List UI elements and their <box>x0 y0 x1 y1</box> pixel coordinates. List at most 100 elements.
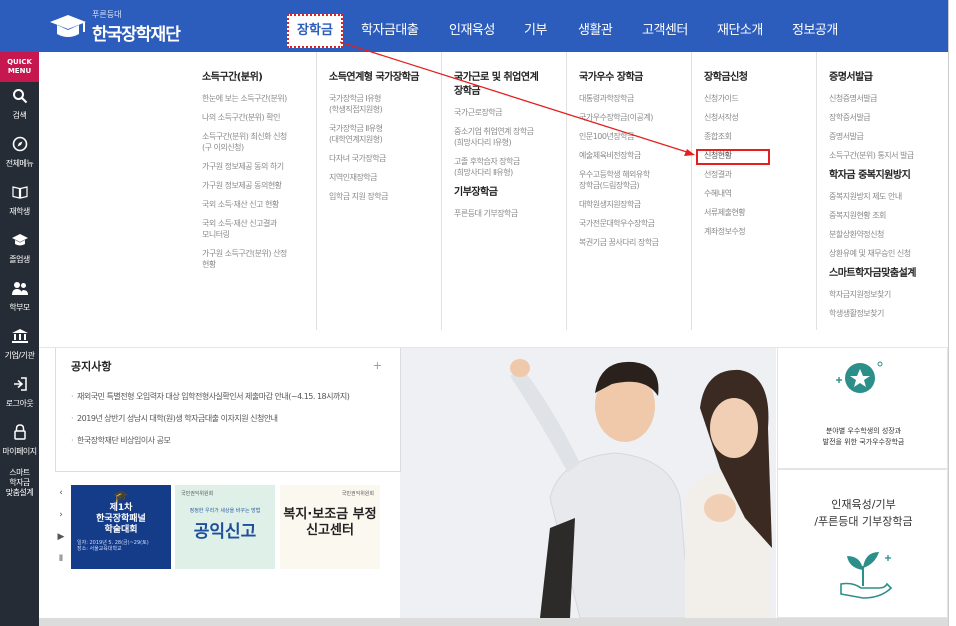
notice-item[interactable]: 한국장학재단 비상임이사 공모 <box>71 435 171 446</box>
sprout-in-hand-icon <box>840 552 893 599</box>
quick-menu-sidebar: QUICK MENU 검색 전체메뉴 재학생 졸업생 학부모 기업/기관 로그아… <box>0 52 39 626</box>
promo-title: 인재육성/기부 /푸른등대 기부장학금 <box>814 498 913 528</box>
menu-link[interactable]: 푸른등대 기부장학금 <box>454 208 566 219</box>
menu-link[interactable]: 가구원 정보제공 동의현황 <box>202 180 316 191</box>
nav-item-about[interactable]: 재단소개 <box>717 19 763 38</box>
menu-link[interactable]: 우수고등학생 해외유학 장학금(드림장학금) <box>579 169 691 191</box>
sidebar-item-parents[interactable]: 학부모 <box>0 280 39 313</box>
menu-link[interactable]: 국외 소득·재산 신고 현황 <box>202 199 316 210</box>
banner-welfare-fraud[interactable]: 국민권익위원회 복지·보조금 부정 신고센터 <box>280 485 380 569</box>
menu-link[interactable]: 예술체육비전장학금 <box>579 150 691 161</box>
menu-link[interactable]: 가구원 정보제공 동의 하기 <box>202 161 316 172</box>
medal-icon <box>836 361 883 393</box>
sidebar-item-student[interactable]: 재학생 <box>0 184 39 217</box>
promo-talent-donation[interactable]: 인재육성/기부 /푸른등대 기부장학금 <box>777 469 948 618</box>
menu-link[interactable]: 중소기업 취업연계 장학금 (희망사다리 Ⅰ유형) <box>454 126 566 148</box>
menu-link[interactable]: 다자녀 국가장학금 <box>329 153 441 164</box>
notice-item[interactable]: 재외국민 특별전형 오입력자 대상 입학전형사실확인서 제출마감 안내(~4.1… <box>71 391 350 402</box>
menu-link[interactable]: 중복지원방지 제도 안내 <box>829 191 948 202</box>
hero-photo <box>400 348 776 618</box>
book-icon <box>0 184 39 204</box>
menu-link[interactable]: 인문100년장학금 <box>579 131 691 142</box>
nav-item-disclosure[interactable]: 정보공개 <box>792 19 838 38</box>
menu-column-title: 스마트학자금맞춤설계 <box>829 268 917 279</box>
sidebar-item-graduate[interactable]: 졸업생 <box>0 232 39 265</box>
nav-item-loan[interactable]: 학자금대출 <box>361 19 419 38</box>
menu-link[interactable]: 대학원생지원장학금 <box>579 199 691 210</box>
menu-link[interactable]: 신청서작성 <box>704 112 816 123</box>
carousel-pause-button[interactable]: Ⅱ <box>55 554 67 568</box>
menu-column-certificates: 증명서발급 신청증명서발급 장학증서발급 증명서발급 소득구간(분위) 통지서 … <box>816 52 948 330</box>
menu-column-title: 장학금신청 <box>704 72 748 83</box>
menu-link[interactable]: 서류제출현황 <box>704 207 816 218</box>
menu-link[interactable]: 복권기금 꿈사다리 장학금 <box>579 237 691 248</box>
menu-link[interactable]: 지역인재장학금 <box>329 172 441 183</box>
sidebar-item-all-menu[interactable]: 전체메뉴 <box>0 136 39 169</box>
sidebar-item-search[interactable]: 검색 <box>0 88 39 121</box>
banner-panel-conference[interactable]: 🎓 제1차 한국장학패널 학술대회 일자: 2019년 5. 28(금)~29(… <box>71 485 171 569</box>
sidebar-item-label: 로그아웃 <box>5 399 34 408</box>
logo-name: 한국장학재단 <box>92 25 181 45</box>
menu-column-title: 학자금 중복지원방지 <box>829 170 911 181</box>
menu-column-application: 장학금신청 신청가이드 신청서작성 종합조회 신청현황 선정결과 수혜내역 서류… <box>691 52 816 330</box>
menu-link[interactable]: 국외 소득·재산 신고결과 모니터링 <box>202 218 316 240</box>
menu-link[interactable]: 장학증서발급 <box>829 112 948 123</box>
menu-link[interactable]: 학생생활정보찾기 <box>829 308 948 319</box>
sidebar-item-institution[interactable]: 기업/기관 <box>0 328 39 361</box>
notice-board: 공지사항 + 재외국민 특별전형 오입력자 대상 입학전형사실확인서 제출마감 … <box>55 348 401 472</box>
nav-item-donation[interactable]: 기부 <box>524 19 547 38</box>
nav-item-scholarship[interactable]: 장학금 <box>287 14 343 48</box>
menu-link[interactable]: 분할상환약정신청 <box>829 229 948 240</box>
menu-link[interactable]: 입학금 지원 장학금 <box>329 191 441 202</box>
nav-item-dormitory[interactable]: 생활관 <box>578 19 613 38</box>
menu-link[interactable]: 학자금지원정보찾기 <box>829 289 948 300</box>
sidebar-item-smart-plan[interactable]: 스마트 학자금 맞춤설계 <box>0 468 39 498</box>
graduation-cap-icon: 🎓 <box>113 489 129 503</box>
menu-link[interactable]: 증명서발급 <box>829 131 948 142</box>
nav-item-talent[interactable]: 인재육성 <box>449 19 495 38</box>
menu-column-income-bracket: 소득구간(분위) 한눈에 보는 소득구간(분위) 나의 소득구간(분위) 확인 … <box>190 52 316 330</box>
menu-link[interactable]: 선정결과 <box>704 169 816 180</box>
banner-public-interest-report[interactable]: 국민권익위원회 정정한 우리가 세상을 바꾸는 방법 공익신고 <box>175 485 275 569</box>
menu-column-work-study: 국가근로 및 취업연계 장학금 국가근로장학금 중소기업 취업연계 장학금 (희… <box>441 52 566 330</box>
menu-link[interactable]: 신청가이드 <box>704 93 816 104</box>
promo-text: 분야별 우수학생의 성장과 발전을 위한 국가우수장학금 <box>822 427 905 446</box>
menu-link[interactable]: 국가장학금 Ⅰ유형 (학생직접지원형) <box>329 93 441 115</box>
banner-subtitle: 정정한 우리가 세상을 바꾸는 방법 <box>189 508 261 514</box>
menu-column-title: 기부장학금 <box>454 187 498 198</box>
menu-link[interactable]: 신청증명서발급 <box>829 93 948 104</box>
menu-link[interactable]: 국가전문대학우수장학금 <box>579 218 691 229</box>
menu-link[interactable]: 나의 소득구간(분위) 확인 <box>202 112 316 123</box>
menu-link[interactable]: 대통령과학장학금 <box>579 93 691 104</box>
nav-item-customer-center[interactable]: 고객센터 <box>642 19 688 38</box>
menu-link[interactable]: 가구원 소득구간(분위) 산정 현황 <box>202 248 316 270</box>
menu-link[interactable]: 한눈에 보는 소득구간(분위) <box>202 93 316 104</box>
menu-column-title: 소득구간(분위) <box>202 72 263 83</box>
institution-icon <box>0 328 39 348</box>
carousel-play-button[interactable]: ▶ <box>55 532 67 546</box>
menu-link[interactable]: 종합조회 <box>704 131 816 142</box>
menu-link[interactable]: 중복지원현황 조회 <box>829 210 948 221</box>
parents-icon <box>0 280 39 300</box>
menu-link[interactable]: 국가우수장학금(이공계) <box>579 112 691 123</box>
menu-link[interactable]: 고졸 후학습자 장학금 (희망사다리 Ⅱ유형) <box>454 156 566 178</box>
app-root: 푸른등대 한국장학재단 장학금 학자금대출 인재육성 기부 생활관 고객센터 재… <box>0 0 956 626</box>
notice-more-button[interactable]: + <box>373 359 382 372</box>
banner-title: 공익신고 <box>193 522 257 542</box>
graduation-cap-logo-icon <box>50 15 86 37</box>
menu-link[interactable]: 국가근로장학금 <box>454 107 566 118</box>
menu-link[interactable]: 계좌정보수정 <box>704 226 816 237</box>
menu-link[interactable]: 수혜내역 <box>704 188 816 199</box>
search-icon <box>0 88 39 108</box>
menu-link[interactable]: 상환유예 및 채무승인 신청 <box>829 248 948 259</box>
sidebar-item-logout[interactable]: 로그아웃 <box>0 376 39 409</box>
sidebar-item-label: 재학생 <box>9 207 30 216</box>
notice-item[interactable]: 2019년 상반기 성남시 대학(원)생 학자금대출 이자지원 신청안내 <box>71 413 278 424</box>
carousel-next-button[interactable]: › <box>55 510 67 524</box>
promo-excellence-scholarship[interactable]: 분야별 우수학생의 성장과 발전을 위한 국가우수장학금 <box>777 348 948 469</box>
carousel-prev-button[interactable]: ‹ <box>55 488 67 502</box>
menu-link[interactable]: 소득구간(분위) 통지서 발급 <box>829 150 948 161</box>
sidebar-item-mypage[interactable]: 마이페이지 <box>0 424 39 457</box>
menu-link[interactable]: 국가장학금 Ⅱ유형 (대학연계지원형) <box>329 123 441 145</box>
menu-link[interactable]: 소득구간(분위) 최신화 신청 (구 이의신청) <box>202 131 316 153</box>
